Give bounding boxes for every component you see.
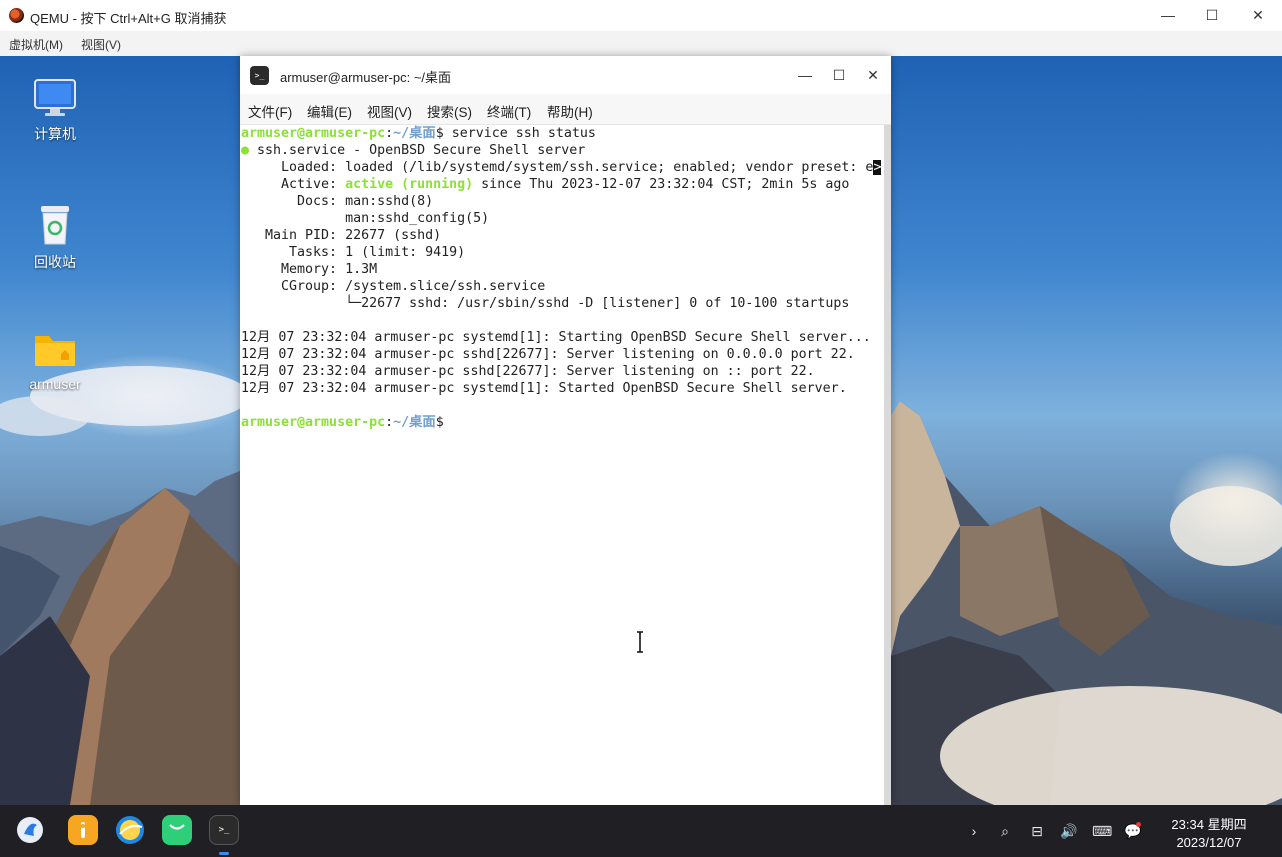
desktop-icon-computer[interactable]: 计算机 — [15, 78, 95, 144]
launcher-icon — [17, 817, 43, 843]
prompt-path: ~/桌面 — [393, 415, 436, 430]
terminal-output[interactable]: armuser@armuser-pc:~/桌面$ service ssh sta… — [240, 125, 884, 805]
terminal-app-icon: >_ — [250, 66, 269, 85]
qemu-window-title: QEMU - 按下 Ctrl+Alt+G 取消捕获 — [30, 11, 227, 26]
status-tasks-line: Tasks: 1 (limit: 9419) — [241, 245, 466, 260]
prompt-line: armuser@armuser-pc:~/桌面$ service ssh sta… — [241, 125, 596, 142]
launcher-button[interactable] — [15, 815, 45, 845]
loaded-text: Loaded: loaded (/lib/systemd/system/ssh.… — [241, 160, 874, 175]
desktop-icon-home-folder[interactable]: armuser — [15, 330, 95, 392]
active-since: since Thu 2023-12-07 23:32:04 CST; 2min … — [473, 177, 850, 192]
tray-keyboard-icon[interactable]: ⌨ — [1092, 823, 1112, 839]
browser-button[interactable] — [115, 815, 145, 845]
chat-icon — [169, 824, 185, 830]
terminal-window-title: armuser@armuser-pc: ~/桌面 — [280, 70, 452, 85]
taskbar: >_ › ⌕ ⊟ 🔊 ⌨ 💬 23:34 星期四 2023/12/07 — [0, 805, 1282, 857]
desktop-icon-label: 计算机 — [34, 126, 76, 142]
prompt-user: armuser@armuser-pc — [241, 415, 386, 430]
log-line: 12月 07 23:32:04 armuser-pc systemd[1]: S… — [241, 330, 871, 345]
status-cgroup-child-line: └─22677 sshd: /usr/sbin/sshd -D [listene… — [241, 296, 850, 311]
text-cursor-icon — [637, 631, 643, 653]
terminal-minimize-button[interactable]: — — [791, 64, 819, 86]
terminal-menubar: 文件(F) 编辑(E) 视图(V) 搜索(S) 终端(T) 帮助(H) — [240, 94, 891, 125]
active-app-indicator — [219, 852, 229, 855]
qemu-logo-icon — [9, 8, 24, 23]
status-cgroup-line: CGroup: /system.slice/ssh.service — [241, 279, 546, 294]
menu-view[interactable]: 视图(V) — [367, 101, 412, 121]
trash-icon — [41, 206, 69, 245]
terminal-close-button[interactable]: ✕ — [859, 64, 887, 86]
line-overflow-marker: > — [873, 160, 882, 175]
menu-file[interactable]: 文件(F) — [248, 101, 292, 121]
desktop-icon-label: 回收站 — [34, 254, 76, 270]
log-line: 12月 07 23:32:04 armuser-pc sshd[22677]: … — [241, 347, 855, 362]
command-text: service ssh status — [443, 126, 596, 141]
host-close-button[interactable]: ✕ — [1236, 4, 1280, 26]
menu-terminal[interactable]: 终端(T) — [487, 101, 531, 121]
app-store-icon — [81, 822, 85, 838]
tray-network-icon[interactable]: ⊟ — [1028, 823, 1046, 839]
terminal-titlebar[interactable]: >_ armuser@armuser-pc: ~/桌面 — ☐ ✕ — [240, 56, 891, 94]
prompt-separator: : — [385, 126, 394, 141]
prompt-dollar: $ — [435, 415, 444, 430]
prompt-user: armuser@armuser-pc — [241, 126, 386, 141]
clock-time[interactable]: 23:34 星期四 — [1170, 814, 1248, 833]
prompt-dollar: $ — [435, 126, 444, 141]
prompt-path: ~/桌面 — [393, 126, 436, 141]
host-maximize-button[interactable]: ☐ — [1190, 4, 1234, 26]
home-folder-icon — [35, 336, 75, 366]
desktop-icon-trash[interactable]: 回收站 — [15, 204, 95, 272]
terminal-maximize-button[interactable]: ☐ — [825, 64, 853, 86]
app-store-button[interactable] — [68, 815, 98, 845]
prompt-separator: : — [385, 415, 394, 430]
terminal-taskbar-button[interactable]: >_ — [209, 815, 239, 845]
status-service-line: ● ssh.service - OpenBSD Secure Shell ser… — [241, 142, 585, 159]
status-loaded-line: Loaded: loaded (/lib/systemd/system/ssh.… — [241, 159, 882, 176]
desktop-icon-label: armuser — [29, 376, 81, 392]
active-bullet-icon: ● — [241, 143, 250, 158]
terminal-window[interactable]: >_ armuser@armuser-pc: ~/桌面 — ☐ ✕ 文件(F) … — [240, 56, 891, 805]
status-memory-line: Memory: 1.3M — [241, 262, 378, 277]
host-menu-view[interactable]: 视图(V) — [81, 36, 121, 53]
terminal-scrollbar[interactable] — [884, 125, 891, 805]
prompt-line: armuser@armuser-pc:~/桌面$ — [241, 414, 444, 431]
status-docs-line: Docs: man:sshd(8) — [241, 194, 434, 209]
chat-app-button[interactable] — [162, 815, 192, 845]
active-label: Active: — [241, 177, 346, 192]
status-mainpid-line: Main PID: 22677 (sshd) — [241, 228, 442, 243]
active-state: active (running) — [345, 177, 474, 192]
computer-icon — [34, 79, 76, 116]
service-name: ssh.service - OpenBSD Secure Shell serve… — [249, 143, 586, 158]
tray-expand-icon[interactable]: › — [965, 823, 983, 839]
log-line: 12月 07 23:32:04 armuser-pc systemd[1]: S… — [241, 381, 847, 396]
notification-badge — [1136, 822, 1141, 827]
menu-search[interactable]: 搜索(S) — [427, 101, 472, 121]
menu-edit[interactable]: 编辑(E) — [307, 101, 352, 121]
status-docs-line: man:sshd_config(5) — [241, 211, 490, 226]
host-minimize-button[interactable]: — — [1146, 4, 1190, 26]
qemu-menubar: 虚拟机(M) 视图(V) — [0, 31, 1282, 57]
browser-icon — [116, 816, 144, 844]
terminal-icon: >_ — [218, 825, 230, 835]
host-menu-machine[interactable]: 虚拟机(M) — [9, 36, 63, 53]
log-line: 12月 07 23:32:04 armuser-pc sshd[22677]: … — [241, 364, 815, 379]
tray-search-icon[interactable]: ⌕ — [996, 823, 1014, 839]
clock-date[interactable]: 2023/12/07 — [1170, 835, 1248, 850]
tray-volume-icon[interactable]: 🔊 — [1060, 823, 1078, 839]
menu-help[interactable]: 帮助(H) — [547, 101, 593, 121]
status-active-line: Active: active (running) since Thu 2023-… — [241, 176, 849, 193]
qemu-titlebar: QEMU - 按下 Ctrl+Alt+G 取消捕获 — ☐ ✕ — [0, 0, 1282, 31]
